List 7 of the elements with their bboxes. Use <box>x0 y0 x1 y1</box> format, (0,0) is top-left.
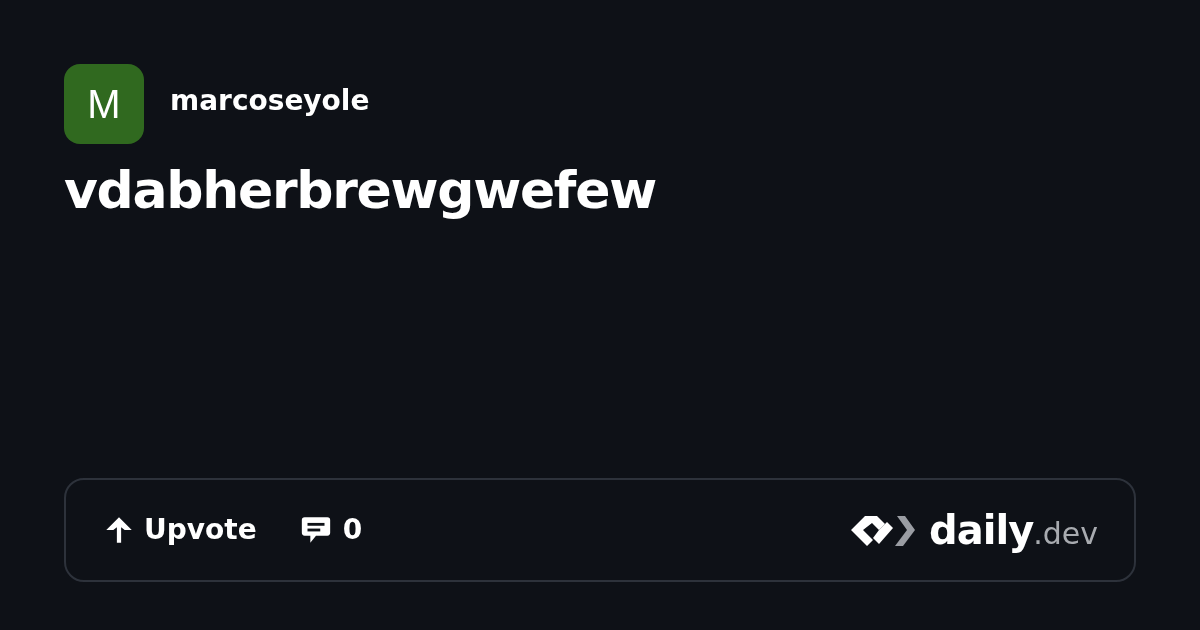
post-title: vdabherbrewgwefew <box>64 159 657 222</box>
upvote-button[interactable]: Upvote <box>102 509 257 551</box>
comments-button[interactable]: 0 <box>298 509 363 551</box>
brand-suffix: .dev <box>1033 516 1098 551</box>
avatar: M <box>64 64 144 144</box>
author-name: marcoseyole <box>170 83 370 119</box>
brand-name: daily <box>929 506 1034 555</box>
